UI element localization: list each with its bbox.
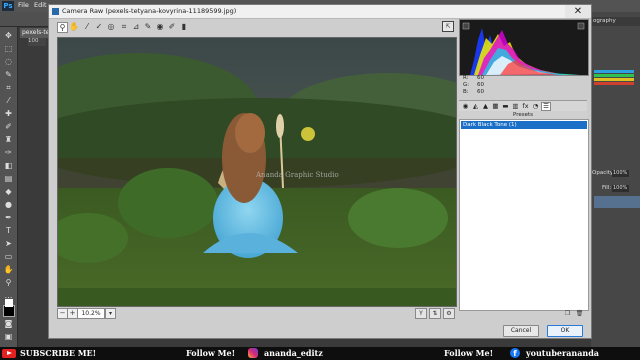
color-swatches[interactable]	[594, 70, 634, 88]
photoshop-logo: Ps	[2, 1, 14, 11]
opacity-field[interactable]: 100%	[612, 170, 629, 177]
tab-basic-icon[interactable]: ◉	[461, 102, 470, 110]
dodge-tool-icon[interactable]: ●	[3, 200, 14, 209]
zoom-tool-icon[interactable]: ⚲	[3, 278, 14, 287]
preset-item[interactable]: Dark Black Tone (1)	[461, 121, 587, 129]
tab-camera-calibration-icon[interactable]: ◔	[531, 102, 540, 110]
tab-lens-corrections-icon[interactable]: ▥	[511, 102, 520, 110]
tools-panel: ✥ ⬚ ◌ ✎ ⌗ ⁄ ✚ ✐ ♜ ✑ ◧ ▤ ◆ ● ✒ T ➤ ▭ ✋ ⚲ …	[0, 27, 18, 347]
menu-file[interactable]: File	[18, 1, 29, 9]
background-color-swatch[interactable]	[5, 299, 13, 307]
fill-field[interactable]: 100%	[612, 185, 629, 192]
targeted-adjustment-icon[interactable]: ◎	[106, 22, 116, 32]
history-brush-icon[interactable]: ✑	[3, 148, 14, 157]
rgb-readout: R: 60 G: 60 B: 60	[459, 75, 587, 97]
swap-icon[interactable]: ⇅	[429, 308, 441, 319]
type-tool-icon[interactable]: T	[3, 226, 14, 235]
crop-tool-icon[interactable]: ⌗	[3, 83, 14, 92]
clone-tool-icon[interactable]: ♜	[3, 135, 14, 144]
screen-mode-icon[interactable]: ▣	[3, 332, 14, 341]
hand-tool-icon[interactable]: ✋	[3, 265, 14, 274]
toggle-fullscreen-icon[interactable]: ⇱	[442, 21, 454, 32]
graduated-filter-icon[interactable]: ▮	[179, 22, 189, 32]
healing-tool-icon[interactable]: ✚	[3, 109, 14, 118]
zoom-dropdown-icon[interactable]: ▾	[105, 308, 116, 319]
dialog-titlebar: Camera Raw (pexels-tetyana-kovyrina-1118…	[49, 5, 591, 19]
camera-raw-dialog: Camera Raw (pexels-tetyana-kovyrina-1118…	[48, 4, 592, 339]
tab-split-toning-icon[interactable]: ▬	[501, 102, 510, 110]
youtube-icon	[2, 349, 16, 358]
tab-tone-curve-icon[interactable]: ◭	[471, 102, 480, 110]
b-label: B:	[463, 89, 469, 95]
adjustment-brush-icon[interactable]: ✐	[167, 22, 177, 32]
delete-preset-icon[interactable]: 🗑	[575, 310, 584, 318]
presets-footer: ❐ 🗑	[459, 310, 587, 319]
selected-layer[interactable]	[594, 196, 640, 208]
r-value: 60	[477, 75, 484, 81]
g-label: G:	[463, 82, 470, 88]
g-value: 60	[477, 82, 484, 88]
right-panels	[591, 12, 640, 347]
new-preset-icon[interactable]: ❐	[563, 310, 572, 318]
move-tool-icon[interactable]: ✥	[3, 31, 14, 40]
zoom-icon[interactable]: ⚲	[57, 22, 68, 33]
pen-tool-icon[interactable]: ✒	[3, 213, 14, 222]
b-value: 60	[477, 89, 484, 95]
ok-button[interactable]: OK	[547, 325, 583, 337]
cancel-button[interactable]: Cancel	[503, 325, 539, 337]
red-eye-icon[interactable]: ◉	[155, 22, 165, 32]
menu-edit[interactable]: Edit	[34, 1, 47, 9]
instagram-handle: ananda_editz	[264, 348, 323, 358]
histogram-graph	[462, 22, 585, 75]
zoom-level-field[interactable]: 10.2%	[77, 308, 105, 319]
presets-list: Dark Black Tone (1)	[459, 119, 589, 311]
straighten-icon[interactable]: ⊿	[131, 22, 141, 32]
brush-tool-icon[interactable]: ✐	[3, 122, 14, 131]
lasso-tool-icon[interactable]: ◌	[3, 57, 14, 66]
camera-raw-toolbar: ⚲ ✋ ⁄ ✓ ◎ ⌗ ⊿ ✎ ◉ ✐ ▮	[49, 19, 454, 35]
image-preview[interactable]: Ananda Graphic Studio	[57, 37, 457, 307]
before-after-icon[interactable]: Y	[415, 308, 427, 319]
preferences-icon[interactable]: ⚙	[443, 308, 455, 319]
preview-bottom-bar: − + 10.2% ▾ Y ⇅ ⚙	[57, 307, 455, 319]
r-label: R:	[463, 75, 469, 81]
youtube-handle: youtuberananda	[526, 348, 599, 358]
subscribe-text: SUBSCRIBE ME!	[20, 348, 97, 358]
blur-tool-icon[interactable]: ◆	[3, 187, 14, 196]
social-banner: SUBSCRIBE ME! Follow Me! ananda_editz Fo…	[0, 347, 640, 360]
path-select-tool-icon[interactable]: ➤	[3, 239, 14, 248]
dialog-title: Camera Raw (pexels-tetyana-kovyrina-1118…	[62, 7, 237, 15]
workspace-tab[interactable]: ography	[591, 17, 640, 26]
crop-icon[interactable]: ⌗	[119, 22, 129, 32]
facebook-icon: f	[510, 348, 520, 358]
instagram-icon	[248, 348, 258, 358]
follow-text-2: Follow Me!	[444, 348, 494, 358]
watermark-text: Ananda Graphic Studio	[256, 171, 339, 179]
ps-zoom-readout: 100	[28, 38, 46, 46]
follow-text-1: Follow Me!	[186, 348, 236, 358]
white-balance-icon[interactable]: ⁄	[82, 22, 92, 32]
tab-hsl-icon[interactable]: ▦	[491, 102, 500, 110]
eyedropper-tool-icon[interactable]: ⁄	[3, 96, 14, 105]
hand-icon[interactable]: ✋	[69, 22, 79, 32]
close-icon[interactable]: ✕	[565, 5, 591, 18]
marquee-tool-icon[interactable]: ⬚	[3, 44, 14, 53]
spot-removal-icon[interactable]: ✎	[143, 22, 153, 32]
quick-select-tool-icon[interactable]: ✎	[3, 70, 14, 79]
tab-presets-icon[interactable]: ☰	[541, 102, 551, 111]
fill-label: Fill:	[602, 185, 612, 191]
color-sampler-icon[interactable]: ✓	[94, 22, 104, 32]
shape-tool-icon[interactable]: ▭	[3, 252, 14, 261]
quick-mask-icon[interactable]: ◙	[3, 319, 14, 328]
histogram	[459, 19, 589, 76]
gradient-tool-icon[interactable]: ▤	[3, 174, 14, 183]
camera-raw-app-icon	[52, 8, 59, 15]
tab-detail-icon[interactable]: ▲	[481, 102, 490, 110]
tab-effects-icon[interactable]: fx	[521, 102, 530, 110]
eraser-tool-icon[interactable]: ◧	[3, 161, 14, 170]
